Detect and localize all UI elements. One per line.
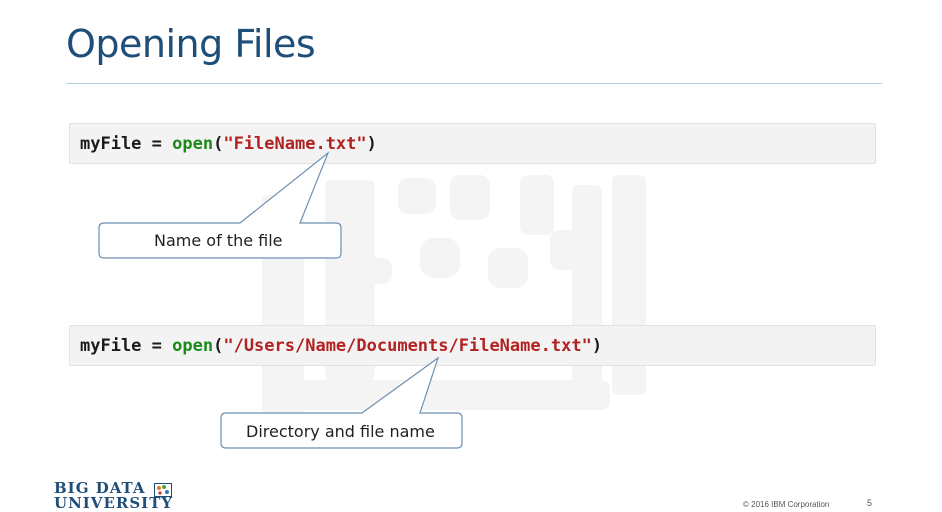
callout-label-file-name: Name of the file xyxy=(154,231,283,250)
callout-label-directory: Directory and file name xyxy=(246,422,435,441)
copyright-text: © 2016 IBM Corporation xyxy=(743,500,830,509)
page-number: 5 xyxy=(867,498,873,508)
dots-cube-icon xyxy=(154,483,172,497)
logo-line-2: UNIVERSITY xyxy=(54,494,174,512)
callout-shapes xyxy=(98,151,463,449)
big-data-university-logo: BIG DATA UNIVERSITY xyxy=(54,481,178,511)
